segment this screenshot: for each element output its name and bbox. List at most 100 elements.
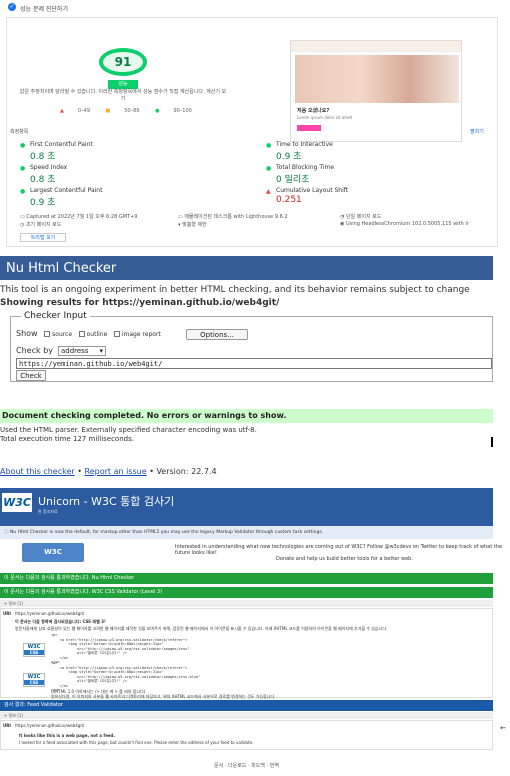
badge-code-2: <p> <a href="http://jigsaw.w3.org/css-va…: [51, 661, 201, 692]
env-text: Using HeadlessChromium 102.0.5005.115 wi…: [345, 221, 469, 227]
css-pass-text: 이 문서는 다음 항목에 검사되었습니다: CSS 레벨 3!: [15, 619, 106, 624]
success-message: Document checking completed. No errors o…: [0, 409, 493, 423]
poor-legend-icon: ▲: [60, 108, 64, 114]
metric-name: Cumulative Layout Shift: [276, 187, 349, 194]
metric-cls: ▲ Cumulative Layout Shift 0.251: [266, 187, 349, 205]
badge-text: CSS: [24, 650, 44, 655]
good-legend-icon: ●: [155, 108, 160, 114]
screenshot-topbar: [291, 41, 461, 52]
env-text: 에뮬레이션된 데스크톱 with Lighthouse 9.6.2: [184, 214, 288, 220]
metric-name: First Contentful Paint: [30, 141, 93, 148]
metric-value: 0 밀리초: [276, 175, 310, 185]
metric-tbt: ● Total Blocking Time 0 밀리초: [266, 164, 335, 185]
outline-label: outline: [86, 331, 108, 338]
result-nu-pass: 이 문서는 다음의 검사를 통과하였습니다. Nu Html Checker: [0, 573, 493, 584]
metric-fcp: ● First Contentful Paint 0.8 초: [20, 141, 93, 162]
env-text: 초기 페이지 로드: [25, 222, 62, 228]
scroll-marker: [491, 437, 493, 447]
nu-results-for: Showing results for https://yeminan.gith…: [0, 298, 280, 308]
metric-value: 0.9 초: [276, 152, 302, 162]
nu-html-checker: Nu Html Checker This tool is an ongoing …: [0, 256, 510, 486]
feed-result-card: URI https://yeminan.github.io/web4git/ I…: [0, 720, 493, 750]
nu-title-bar: Nu Html Checker: [0, 256, 493, 280]
options-button[interactable]: Options...: [186, 329, 248, 340]
parser-note: Used the HTML parser. Externally specifi…: [0, 426, 257, 434]
performance-gauge: 91: [99, 48, 147, 76]
env-throttle: ▾ 맞춤형 제한: [178, 222, 207, 228]
good-dot-icon: ●: [20, 188, 26, 195]
w3c-css-blue-badge: W3C CSS: [23, 673, 45, 687]
legend-poor: 0–49: [77, 108, 90, 114]
nu-notice: This tool is an ongoing experiment in be…: [0, 285, 470, 295]
css-info-toggle[interactable]: + 정보 (1): [0, 600, 493, 607]
uri-label: URI: [3, 723, 11, 728]
execution-time: Total execution time 127 milliseconds.: [0, 435, 134, 443]
metric-name: Largest Contentful Paint: [30, 187, 103, 194]
feed-result-bar: 검사 결과: Feed Validator: [0, 700, 493, 711]
show-options: Show source outline image report: [16, 329, 161, 338]
metric-value: 0.251: [276, 195, 302, 205]
version-text: • Version: 22.7.4: [149, 467, 217, 476]
badge-code-1: <p> <a href="http://jigsaw.w3.org/css-va…: [51, 633, 190, 664]
env-text: 단일 페이지 로드: [345, 214, 382, 220]
env-initial: ◷ 초기 페이지 로드: [20, 222, 62, 228]
feed-info-toggle[interactable]: + 정보 (1): [0, 712, 493, 719]
unicorn-subtitle: 한 참조자료: [38, 509, 58, 514]
uri-label: URI: [3, 611, 11, 616]
expand-view-link[interactable]: 펼치기: [470, 128, 484, 135]
badge-text: CSS: [24, 680, 44, 685]
lighthouse-report: ✓ 성능 문제 진단하기 91 성능 값은 추정치이며 달라질 수 있습니다. …: [0, 0, 510, 250]
lighthouse-header: ✓ 성능 문제 진단하기: [0, 0, 510, 14]
chevron-down-icon: ▾: [99, 347, 103, 355]
feed-uri-value: https://yeminan.github.io/web4git/: [15, 723, 85, 728]
source-label: source: [52, 331, 73, 338]
metric-name: Total Blocking Time: [276, 164, 335, 171]
poor-triangle-icon: ▲: [266, 188, 271, 195]
env-browser: ◉ Using HeadlessChromium 102.0.5005.115 …: [340, 221, 469, 227]
w3c-css-badge: W3C CSS: [23, 643, 45, 657]
metric-tti: ● Time to Interactive 0.9 초: [266, 141, 333, 162]
good-dot-icon: ●: [266, 165, 272, 172]
url-input[interactable]: https://yeminan.github.io/web4git/: [16, 358, 492, 369]
metric-value: 0.8 초: [30, 152, 56, 162]
outline-checkbox[interactable]: [78, 330, 85, 337]
footer-sep: •: [77, 467, 82, 476]
screenshot-button: [297, 125, 321, 131]
about-link[interactable]: About this checker: [0, 467, 75, 476]
env-captured: ▭ Captured at 2022년 7월 1일 오후 6:28 GMT+9: [20, 214, 138, 220]
performance-label: 성능: [108, 80, 138, 89]
env-device: ▭ 에뮬레이션된 데스크톱 with Lighthouse 9.6.2: [178, 214, 288, 220]
report-issue-link[interactable]: Report an issue: [85, 467, 147, 476]
screenshot-heading: 처음 오셨나요?: [297, 108, 330, 114]
score-description: 값은 추정치이며 달라질 수 있습니다. 이러한 측정항목에서 성능 점수가 직…: [19, 89, 227, 102]
performance-score: 91: [114, 55, 132, 69]
feed-message-1: It looks like this is a web page, not a …: [19, 733, 115, 738]
css-desc: 방문자들에게 상호 호환성이 있는 웹 페이지를 고려한 웹 페이지를 제작한 …: [15, 626, 388, 631]
average-legend-icon: ■: [105, 108, 111, 114]
unicorn-footer[interactable]: 문서 · 다운로드 · 피드백 · 번역: [0, 762, 493, 769]
screenshot-hero-image: [295, 55, 459, 103]
w3c-developers-logo[interactable]: W3C DEVELOPERS: [22, 543, 84, 575]
check-button[interactable]: Check: [16, 370, 46, 381]
nu-footer: About this checker • Report an issue • V…: [0, 467, 217, 476]
arrow-left-icon: ←: [500, 724, 506, 732]
image-report-checkbox[interactable]: [113, 330, 120, 337]
source-checkbox[interactable]: [44, 330, 51, 337]
unicorn-info-bar: ⓘ Nu Html Checker is now the default, fo…: [0, 526, 493, 539]
legend-average: 50–89: [124, 108, 140, 114]
metric-lcp: ● Largest Contentful Paint 0.9 초: [20, 187, 103, 208]
css-result-card: URI https://yeminan.github.io/web4git/ 이…: [0, 608, 493, 699]
score-legend: ▲ 0–49 ■ 50–89 ● 90–100: [60, 108, 206, 114]
screenshot-text: Lorem ipsum dolor sit amet: [297, 115, 353, 120]
fieldset-legend: Checker Input: [21, 311, 90, 321]
donate-text: Donate and help us build better tools fo…: [276, 556, 413, 562]
check-by-select[interactable]: address ▾: [58, 346, 106, 356]
show-label: Show: [16, 329, 38, 338]
env-text: 맞춤형 제한: [182, 222, 207, 228]
info-text: Nu Html Checker is now the default, for …: [9, 530, 324, 535]
metric-name: Speed Index: [30, 164, 68, 171]
w3c-logo[interactable]: W3C: [2, 493, 32, 512]
check-by-label: Check by: [16, 346, 53, 355]
treemap-button[interactable]: 트리맵 보기: [20, 233, 66, 242]
good-dot-icon: ●: [20, 142, 26, 149]
